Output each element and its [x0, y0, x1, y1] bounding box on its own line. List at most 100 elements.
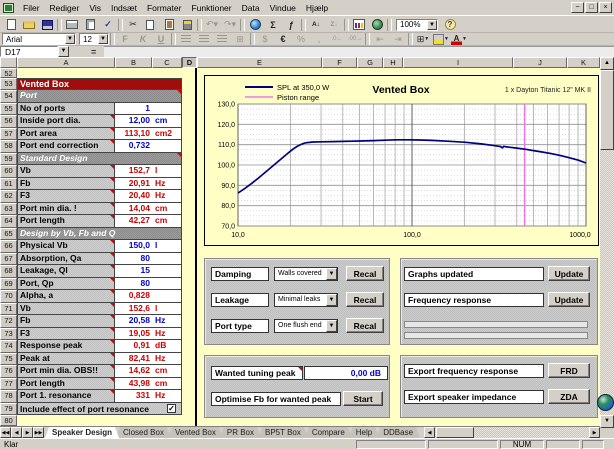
section-header-cell[interactable]: Design by Vb, Fb and Q [17, 227, 182, 241]
param-label-cell[interactable]: Fb [17, 177, 115, 191]
param-label-cell[interactable]: Port 1. resonance [17, 390, 115, 403]
row-header-73[interactable]: 73 [0, 327, 17, 341]
column-header-A[interactable]: A [17, 57, 115, 68]
param-value-cell[interactable]: 113,10 cm2 [115, 127, 182, 141]
comma-icon[interactable]: , [310, 32, 328, 46]
select-all-corner[interactable] [0, 57, 17, 68]
zoom-select[interactable]: 100% ▼ [396, 18, 438, 31]
menu-filer[interactable]: Filer [18, 2, 45, 14]
chevron-down-icon[interactable]: ▼ [65, 34, 75, 44]
cell-D53[interactable] [182, 77, 197, 91]
row-header-76[interactable]: 76 [0, 365, 17, 378]
vertical-scroll-thumb[interactable] [600, 70, 614, 150]
param-value-cell[interactable]: 12,00 cm [115, 115, 182, 128]
formula-input[interactable] [104, 46, 614, 57]
tab-bp5t-box[interactable]: BP5T Box [258, 427, 308, 438]
cell-D63[interactable] [182, 202, 197, 216]
chevron-down-icon[interactable]: ▼ [58, 46, 69, 57]
column-header-F[interactable]: F [322, 57, 357, 68]
param-value-cell[interactable]: 0,91 dB [115, 340, 182, 353]
tab-help[interactable]: Help [349, 427, 379, 438]
row-header-74[interactable]: 74 [0, 340, 17, 353]
section-header-cell[interactable]: Standard Design [17, 152, 182, 166]
scroll-left-icon[interactable]: ◀ [424, 427, 436, 438]
column-header-B[interactable]: B [115, 57, 152, 68]
param-label-cell[interactable]: Vb [17, 302, 115, 316]
cell-D66[interactable] [182, 240, 197, 253]
print-preview-icon[interactable] [81, 18, 99, 32]
chevron-down-icon[interactable]: ▼ [326, 267, 337, 280]
row-header-58[interactable]: 58 [0, 140, 17, 153]
row-header-52[interactable]: 52 [0, 68, 17, 78]
redo-icon[interactable]: ↷▾ [221, 18, 239, 32]
column-header-E[interactable]: E [197, 57, 322, 68]
column-header-K[interactable]: K [567, 57, 600, 68]
recal-button[interactable]: Recal [346, 266, 384, 281]
spl-chart[interactable]: 130,0 120,0 110,0 100,0 90,0 80,0 70,0 10,0 100,… [204, 75, 599, 246]
row-header-63[interactable]: 63 [0, 202, 17, 216]
cell-D80[interactable] [182, 415, 197, 426]
checkbox-row-cell[interactable]: Include effect of port resonance ✓ [17, 402, 182, 416]
chevron-down-icon[interactable]: ▼ [326, 319, 337, 332]
param-label-cell[interactable]: Inside port dia. [17, 115, 115, 128]
italic-icon[interactable]: K [134, 32, 152, 46]
row-header-66[interactable]: 66 [0, 240, 17, 253]
row-header-72[interactable]: 72 [0, 315, 17, 328]
cut-icon[interactable]: ✂ [124, 18, 142, 32]
update-button[interactable]: Update [548, 292, 590, 307]
equals-button[interactable]: = [91, 47, 96, 57]
param-value-cell[interactable]: 1 [115, 102, 182, 116]
help-icon[interactable]: ? [441, 18, 459, 32]
zda-button[interactable]: ZDA [548, 389, 590, 404]
column-header-I[interactable]: I [403, 57, 513, 68]
param-value-cell[interactable]: 43,98 cm [115, 377, 182, 391]
cell-D77[interactable] [182, 377, 197, 391]
underline-icon[interactable]: U [152, 32, 170, 46]
port-resonance-checkbox[interactable]: ✓ [167, 404, 176, 414]
scroll-right-icon[interactable]: ▶ [589, 427, 600, 438]
param-value-cell[interactable]: 20,91 Hz [115, 177, 182, 191]
cell-D60[interactable] [182, 165, 197, 178]
sort-ascending-icon[interactable]: A↓ [307, 18, 325, 32]
row-header-57[interactable]: 57 [0, 127, 17, 141]
copy-icon[interactable] [142, 18, 160, 32]
param-label-cell[interactable]: Port min dia. ! [17, 202, 115, 216]
param-value-cell[interactable]: 152,6 l [115, 302, 182, 316]
param-value-cell[interactable]: 14,62 cm [115, 365, 182, 378]
align-right-icon[interactable] [213, 32, 231, 46]
format-painter-icon[interactable] [178, 18, 196, 32]
undo-icon[interactable]: ↶▾ [203, 18, 221, 32]
cell-D72[interactable] [182, 315, 197, 328]
menu-indst[interactable]: Indsæt [106, 2, 142, 14]
cell-D64[interactable] [182, 215, 197, 228]
column-header-G[interactable]: G [357, 57, 383, 68]
menu-vindue[interactable]: Vindue [265, 2, 301, 14]
menu-vis[interactable]: Vis [84, 2, 106, 14]
cell-D79[interactable] [182, 402, 197, 416]
decrease-decimal-icon[interactable]: .00→ [346, 32, 364, 46]
row-header-71[interactable]: 71 [0, 302, 17, 316]
table-title-cell[interactable]: Vented Box [17, 77, 182, 91]
row-header-70[interactable]: 70 [0, 290, 17, 303]
row-header-77[interactable]: 77 [0, 377, 17, 391]
increase-indent-icon[interactable]: ⇥ [389, 32, 407, 46]
close-button[interactable]: × [599, 2, 612, 13]
save-icon[interactable] [38, 18, 56, 32]
param-label-cell[interactable]: Port, Qp [17, 277, 115, 291]
minimize-button[interactable]: − [571, 2, 584, 13]
cell-D67[interactable] [182, 252, 197, 266]
cell-D55[interactable] [182, 102, 197, 116]
wanted-tuning-peak-value[interactable]: 0,00 dB [304, 365, 388, 380]
cell-D54[interactable] [182, 90, 197, 103]
param-label-cell[interactable]: Fb [17, 315, 115, 328]
tab-pr-box[interactable]: PR Box [220, 427, 261, 438]
section-header-cell[interactable]: Port [17, 90, 182, 103]
column-header-D[interactable]: D [182, 57, 197, 68]
param-value-cell[interactable]: 20,40 Hz [115, 190, 182, 203]
column-header-C[interactable]: C [152, 57, 182, 68]
row-header-62[interactable]: 62 [0, 190, 17, 203]
font-color-icon[interactable]: A ▼ [450, 32, 468, 46]
param-value-cell[interactable]: 0,828 [115, 290, 182, 303]
cell-D62[interactable] [182, 190, 197, 203]
param-label-cell[interactable]: Alpha, a [17, 290, 115, 303]
